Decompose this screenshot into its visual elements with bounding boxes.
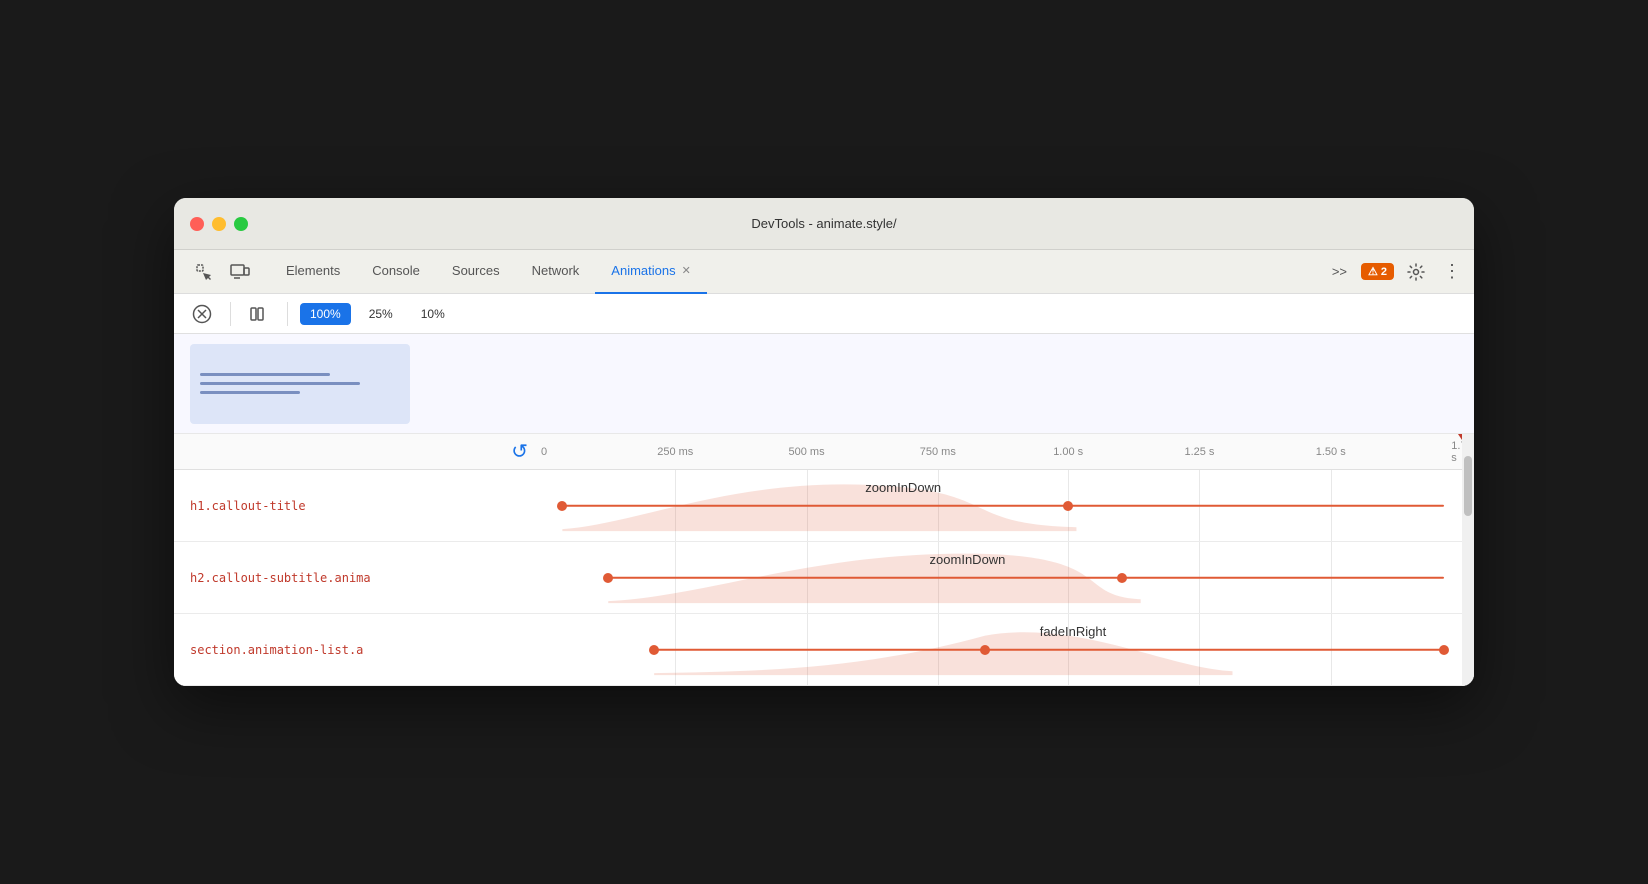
anim-track-1: ↔ zoomInDown	[544, 470, 1462, 541]
scrollbar-track[interactable]	[1462, 434, 1474, 686]
anim-end-dot-3[interactable]	[1439, 645, 1449, 655]
speed-100-button[interactable]: 100%	[300, 303, 351, 325]
tabbar-icons	[182, 258, 262, 286]
warning-badge[interactable]: ⚠ 2	[1361, 263, 1394, 280]
timeline-area: ↺ 0 250 ms 500 ms 750 ms 1.00 s 1.25 s 1…	[174, 434, 1474, 686]
window-title: DevTools - animate.style/	[751, 216, 896, 231]
more-tabs-button[interactable]: >>	[1326, 260, 1353, 283]
anim-line-1	[562, 504, 1443, 507]
anim-name-1: zoomInDown	[865, 480, 941, 495]
devtools-window: DevTools - animate.style/	[174, 198, 1474, 686]
anim-start-dot-2[interactable]	[603, 573, 613, 583]
tabbar: Elements Console Sources Network Animati…	[174, 250, 1474, 294]
devtools-body: Elements Console Sources Network Animati…	[174, 250, 1474, 686]
ruler-left: ↺	[174, 439, 544, 464]
animation-preview	[174, 334, 1474, 434]
tab-close-icon[interactable]: ✕	[682, 264, 691, 277]
anim-line-3	[654, 648, 1443, 651]
responsive-icon[interactable]	[226, 258, 254, 286]
tick-1-5: 1.50 s	[1316, 446, 1346, 458]
anim-start-dot-1[interactable]	[557, 501, 567, 511]
replay-button[interactable]: ↺	[511, 439, 528, 464]
timeline-rows: ↺ 0 250 ms 500 ms 750 ms 1.00 s 1.25 s 1…	[174, 434, 1462, 686]
tick-500: 500 ms	[789, 446, 825, 458]
warning-icon: ⚠	[1368, 265, 1378, 278]
tick-1-25: 1.25 s	[1184, 446, 1214, 458]
speed-10-button[interactable]: 10%	[411, 303, 455, 325]
tab-network[interactable]: Network	[516, 250, 596, 294]
anim-mid-dot-2[interactable]	[1117, 573, 1127, 583]
warning-count: 2	[1381, 266, 1387, 278]
preview-line-3	[200, 391, 300, 394]
tick-1s: 1.00 s	[1053, 446, 1083, 458]
speed-25-button[interactable]: 25%	[359, 303, 403, 325]
columns-button[interactable]	[243, 298, 275, 330]
pause-button[interactable]	[186, 298, 218, 330]
anim-name-3: fadeInRight	[1040, 624, 1107, 639]
anim-label-2: h2.callout-subtitle.anima	[174, 571, 544, 585]
tick-0: 0	[541, 446, 547, 458]
tab-elements[interactable]: Elements	[270, 250, 356, 294]
tabbar-right: >> ⚠ 2 ⋮	[1326, 258, 1466, 286]
tick-250: 250 ms	[657, 446, 693, 458]
preview-line-2	[200, 382, 360, 385]
settings-icon[interactable]	[1402, 258, 1430, 286]
tab-sources[interactable]: Sources	[436, 250, 516, 294]
animation-toolbar: 100% 25% 10%	[174, 294, 1474, 334]
ruler-ticks: 0 250 ms 500 ms 750 ms 1.00 s 1.25 s 1.5…	[544, 434, 1462, 469]
preview-box	[190, 344, 410, 424]
tab-console[interactable]: Console	[356, 250, 436, 294]
anim-start-dot-3[interactable]	[649, 645, 659, 655]
anim-track-2: zoomInDown	[544, 542, 1462, 613]
more-options-icon[interactable]: ⋮	[1438, 258, 1466, 286]
anim-label-1: h1.callout-title	[174, 499, 544, 513]
timeline-ruler: ↺ 0 250 ms 500 ms 750 ms 1.00 s 1.25 s 1…	[174, 434, 1462, 470]
traffic-lights	[190, 217, 248, 231]
anim-label-3: section.animation-list.a	[174, 643, 544, 657]
close-button[interactable]	[190, 217, 204, 231]
tab-animations[interactable]: Animations ✕	[595, 250, 707, 294]
titlebar: DevTools - animate.style/	[174, 198, 1474, 250]
anim-mid-dot-3[interactable]	[980, 645, 990, 655]
drag-arrow: ↔	[562, 470, 584, 471]
toolbar-divider2	[287, 302, 288, 326]
toolbar-divider	[230, 302, 231, 326]
cursor-icon[interactable]	[190, 258, 218, 286]
anim-mid-dot-1[interactable]	[1063, 501, 1073, 511]
tick-750: 750 ms	[920, 446, 956, 458]
minimize-button[interactable]	[212, 217, 226, 231]
maximize-button[interactable]	[234, 217, 248, 231]
animation-row-3[interactable]: section.animation-list.a fadeInRight	[174, 614, 1462, 686]
anim-line-2	[608, 576, 1443, 579]
preview-line-1	[200, 373, 330, 376]
animation-row-2[interactable]: h2.callout-subtitle.anima zoomInDown	[174, 542, 1462, 614]
anim-name-2: zoomInDown	[930, 552, 1006, 567]
anim-track-3: fadeInRight	[544, 614, 1462, 685]
scrollbar-thumb[interactable]	[1464, 456, 1472, 516]
animation-row-1[interactable]: h1.callout-title	[174, 470, 1462, 542]
